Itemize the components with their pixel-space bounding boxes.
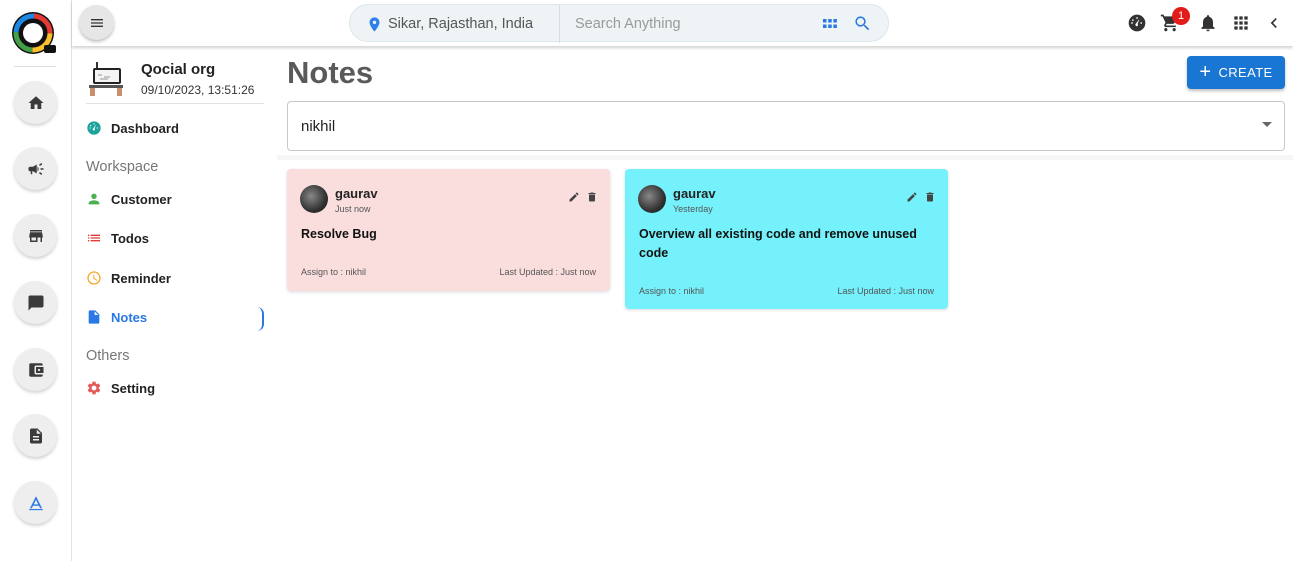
create-note-button[interactable]: + CREATE [1187, 56, 1285, 89]
rail-chat-button[interactable] [14, 281, 57, 324]
assignee-filter-select[interactable]: nikhil [287, 101, 1285, 151]
edit-icon[interactable] [568, 191, 580, 203]
rail-documents-button[interactable] [14, 414, 57, 457]
dashboard-gauge-button[interactable] [1127, 13, 1147, 33]
document-icon [88, 310, 100, 324]
rail-campaign-button[interactable] [14, 147, 57, 190]
sidebar-item-label: Reminder [111, 270, 171, 286]
notifications-button[interactable] [1198, 13, 1218, 33]
app-rail [0, 0, 72, 561]
app-store-icon [28, 495, 43, 510]
cart-count-badge: 1 [1172, 7, 1190, 25]
search-divider [559, 5, 560, 43]
note-actions [568, 191, 598, 203]
document-icon [29, 428, 42, 443]
sidebar-item-customer[interactable]: Customer [86, 187, 172, 211]
plus-icon: + [1199, 60, 1212, 83]
note-last-updated: Last Updated : Just now [837, 286, 934, 296]
list-icon [88, 234, 100, 242]
filter-divider [277, 155, 1293, 160]
edit-icon[interactable] [906, 191, 918, 203]
sidebar-item-setting[interactable]: Setting [86, 376, 155, 400]
store-icon [28, 229, 43, 242]
sidebar-item-notes[interactable]: Notes [86, 305, 147, 329]
note-card[interactable]: gaurav Yesterday Overview all existing c… [625, 169, 948, 309]
search-input[interactable] [575, 14, 815, 34]
search-bar: Sikar, Rajasthan, India [349, 4, 889, 43]
search-icon[interactable] [853, 14, 872, 33]
create-button-label: CREATE [1218, 65, 1273, 80]
author-avatar [638, 185, 666, 213]
filter-selected-value: nikhil [301, 118, 336, 135]
rail-wallet-button[interactable] [14, 348, 57, 391]
qocial-logo[interactable] [11, 11, 57, 57]
delete-icon[interactable] [586, 191, 598, 203]
rail-home-button[interactable] [14, 81, 57, 124]
menu-toggle-button[interactable] [79, 5, 114, 40]
clock-icon [87, 271, 101, 285]
org-datetime: 09/10/2023, 13:51:26 [141, 83, 255, 97]
section-workspace: Workspace [86, 159, 159, 175]
apps-grid-icon[interactable] [823, 17, 837, 31]
location-selector[interactable]: Sikar, Rajasthan, India [366, 5, 533, 43]
note-assignee: Assign to : nikhil [301, 267, 367, 277]
dashboard-icon [87, 121, 101, 135]
rail-apps-button[interactable] [14, 481, 57, 524]
apps-menu-button[interactable] [1231, 13, 1251, 33]
note-author: gaurav [335, 186, 378, 201]
bell-icon [1201, 15, 1215, 32]
collapse-button[interactable] [1264, 13, 1284, 33]
gear-icon [87, 381, 101, 395]
org-avatar [86, 58, 126, 98]
active-item-indicator [257, 307, 264, 331]
note-text: Resolve Bug [301, 227, 377, 241]
page-title: Notes [287, 55, 374, 90]
chevron-left-icon [1270, 18, 1277, 28]
gauge-icon [1128, 14, 1146, 32]
apps-icon [1234, 16, 1248, 30]
sidebar: Qocial org 09/10/2023, 13:51:26 Dashboar… [72, 46, 277, 561]
sidebar-item-label: Todos [111, 230, 150, 246]
dropdown-arrow-icon [1262, 122, 1272, 127]
sidebar-item-label: Dashboard [111, 120, 179, 136]
note-text: Overview all existing code and remove un… [639, 227, 917, 260]
rail-store-button[interactable] [14, 214, 57, 257]
chat-icon [28, 295, 43, 310]
note-last-updated: Last Updated : Just now [499, 267, 596, 277]
section-others: Others [86, 348, 130, 364]
note-assignee: Assign to : nikhil [639, 286, 705, 296]
note-time: Yesterday [673, 204, 713, 214]
megaphone-icon [28, 162, 43, 175]
sidebar-item-label: Customer [111, 191, 172, 207]
note-card[interactable]: gaurav Just now Resolve Bug Assign to : … [287, 169, 610, 291]
org-name: Qocial org [141, 61, 216, 78]
sidebar-item-label: Setting [111, 380, 156, 396]
sidebar-item-dashboard[interactable]: Dashboard [86, 116, 179, 140]
sidebar-item-reminder[interactable]: Reminder [86, 266, 171, 290]
top-bar: Sikar, Rajasthan, India [72, 0, 1293, 46]
author-avatar [300, 185, 328, 213]
location-pin-icon [369, 16, 380, 32]
sidebar-item-todos[interactable]: Todos [86, 226, 149, 250]
note-actions [906, 191, 936, 203]
sidebar-item-label: Notes [111, 309, 148, 325]
rail-divider [14, 66, 56, 67]
location-label: Sikar, Rajasthan, India [388, 16, 534, 32]
hamburger-icon [90, 18, 103, 27]
person-icon [88, 193, 100, 205]
org-header[interactable]: Qocial org 09/10/2023, 13:51:26 [86, 56, 264, 104]
wallet-icon [28, 362, 43, 377]
delete-icon[interactable] [924, 191, 936, 203]
home-icon [28, 95, 43, 109]
note-author: gaurav [673, 186, 716, 201]
note-time: Just now [335, 204, 371, 214]
